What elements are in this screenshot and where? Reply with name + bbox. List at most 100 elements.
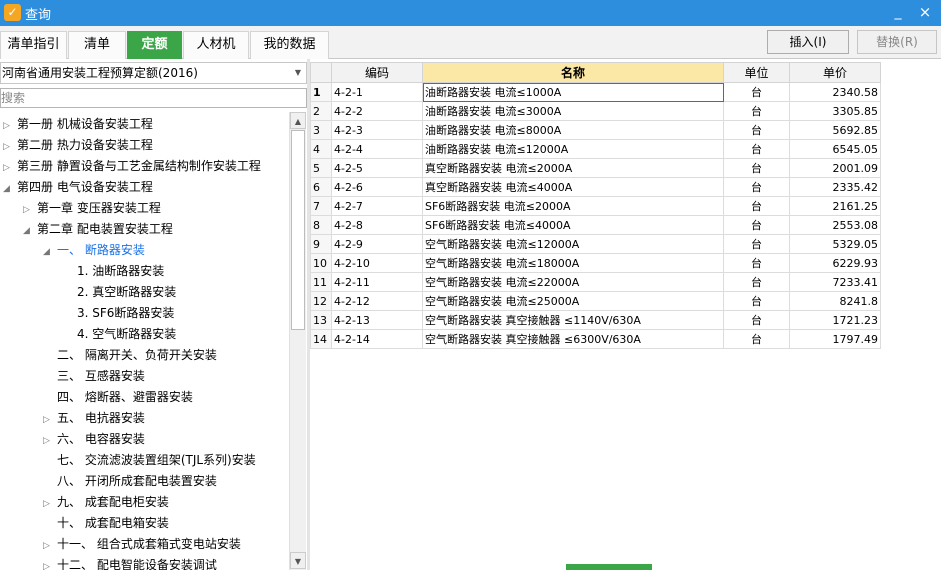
- tree-node-selected[interactable]: ◢ 一、 断路器安装: [43, 240, 145, 261]
- unit-cell[interactable]: 台: [723, 196, 790, 216]
- name-cell[interactable]: 空气断路器安装 电流≤12000A: [422, 234, 724, 254]
- tree-node[interactable]: ▷ 九、 成套配电柜安装: [43, 492, 169, 513]
- unit-header[interactable]: 单位: [723, 62, 790, 83]
- row-number[interactable]: 14: [310, 329, 332, 349]
- code-cell[interactable]: 4-2-2: [331, 101, 423, 121]
- table-row[interactable]: 8 4-2-8 SF6断路器安装 电流≤4000A 台 2553.08: [310, 215, 881, 235]
- expand-arrow-icon[interactable]: ▷: [3, 158, 17, 179]
- table-row[interactable]: 3 4-2-3 油断路器安装 电流≤8000A 台 5692.85: [310, 120, 881, 140]
- tree-node[interactable]: ◢ 第二章 配电装置安装工程: [23, 219, 173, 240]
- price-cell[interactable]: 2553.08: [789, 215, 881, 235]
- name-cell[interactable]: 油断路器安装 电流≤12000A: [422, 139, 724, 159]
- code-cell[interactable]: 4-2-4: [331, 139, 423, 159]
- collapse-arrow-icon[interactable]: ◢: [43, 242, 57, 263]
- row-number[interactable]: 3: [310, 120, 332, 140]
- tree-node[interactable]: 七、 交流滤波装置组架(TJL系列)安装: [57, 450, 256, 471]
- tab-my-data[interactable]: 我的数据: [250, 31, 329, 59]
- expand-arrow-icon[interactable]: ▷: [43, 536, 57, 557]
- code-cell[interactable]: 4-2-6: [331, 177, 423, 197]
- code-cell[interactable]: 4-2-7: [331, 196, 423, 216]
- price-cell[interactable]: 2161.25: [789, 196, 881, 216]
- tab-list[interactable]: 清单: [68, 31, 126, 59]
- table-row[interactable]: 12 4-2-12 空气断路器安装 电流≤25000A 台 8241.8: [310, 291, 881, 311]
- price-cell[interactable]: 8241.8: [789, 291, 881, 311]
- tree-node[interactable]: 3. SF6断路器安装: [77, 303, 174, 324]
- unit-cell[interactable]: 台: [723, 82, 790, 102]
- code-cell[interactable]: 4-2-9: [331, 234, 423, 254]
- name-cell[interactable]: 空气断路器安装 真空接触器 ≤1140V/630A: [422, 310, 724, 330]
- row-number[interactable]: 4: [310, 139, 332, 159]
- row-number[interactable]: 11: [310, 272, 332, 292]
- tree-node[interactable]: ▷ 六、 电容器安装: [43, 429, 145, 450]
- collapse-arrow-icon[interactable]: ◢: [23, 221, 37, 242]
- row-number[interactable]: 7: [310, 196, 332, 216]
- code-cell[interactable]: 4-2-10: [331, 253, 423, 273]
- name-cell[interactable]: 油断路器安装 电流≤8000A: [422, 120, 724, 140]
- table-row[interactable]: 4 4-2-4 油断路器安装 电流≤12000A 台 6545.05: [310, 139, 881, 159]
- row-number[interactable]: 12: [310, 291, 332, 311]
- unit-cell[interactable]: 台: [723, 101, 790, 121]
- table-row[interactable]: 14 4-2-14 空气断路器安装 真空接触器 ≤6300V/630A 台 1797.4…: [310, 329, 881, 349]
- row-number[interactable]: 8: [310, 215, 332, 235]
- code-cell[interactable]: 4-2-1: [331, 82, 423, 102]
- table-row[interactable]: 10 4-2-10 空气断路器安装 电流≤18000A 台 6229.93: [310, 253, 881, 273]
- row-number[interactable]: 2: [310, 101, 332, 121]
- price-cell[interactable]: 5329.05: [789, 234, 881, 254]
- tree-node[interactable]: 2. 真空断路器安装: [77, 282, 176, 303]
- scroll-up-icon[interactable]: ▲: [290, 112, 306, 129]
- tree-node[interactable]: 二、 隔离开关、负荷开关安装: [57, 345, 217, 366]
- close-button[interactable]: ×: [914, 2, 936, 22]
- expand-arrow-icon[interactable]: ▷: [43, 557, 57, 570]
- expand-arrow-icon[interactable]: ▷: [43, 410, 57, 431]
- code-cell[interactable]: 4-2-5: [331, 158, 423, 178]
- code-cell[interactable]: 4-2-8: [331, 215, 423, 235]
- unit-cell[interactable]: 台: [723, 291, 790, 311]
- name-cell[interactable]: 油断路器安装 电流≤3000A: [422, 101, 724, 121]
- unit-cell[interactable]: 台: [723, 158, 790, 178]
- tree-scrollbar[interactable]: ▲ ▼: [289, 112, 306, 570]
- unit-cell[interactable]: 台: [723, 329, 790, 349]
- replace-button[interactable]: 替换(R): [857, 30, 937, 54]
- row-number[interactable]: 1: [310, 82, 332, 102]
- tree-node[interactable]: ▷ 十一、 组合式成套箱式变电站安装: [43, 534, 241, 555]
- name-cell[interactable]: 空气断路器安装 电流≤22000A: [422, 272, 724, 292]
- row-number[interactable]: 6: [310, 177, 332, 197]
- collapse-arrow-icon[interactable]: ◢: [3, 179, 17, 200]
- insert-button[interactable]: 插入(I): [767, 30, 849, 54]
- table-row[interactable]: 11 4-2-11 空气断路器安装 电流≤22000A 台 7233.41: [310, 272, 881, 292]
- tree-node[interactable]: ▷ 五、 电抗器安装: [43, 408, 145, 429]
- price-cell[interactable]: 6545.05: [789, 139, 881, 159]
- unit-cell[interactable]: 台: [723, 120, 790, 140]
- minimize-button[interactable]: _: [888, 2, 908, 22]
- table-row[interactable]: 6 4-2-6 真空断路器安装 电流≤4000A 台 2335.42: [310, 177, 881, 197]
- expand-arrow-icon[interactable]: ▷: [43, 431, 57, 452]
- name-cell[interactable]: 油断路器安装 电流≤1000A: [422, 82, 724, 102]
- code-cell[interactable]: 4-2-14: [331, 329, 423, 349]
- code-cell[interactable]: 4-2-13: [331, 310, 423, 330]
- tree-node[interactable]: ▷ 第二册 热力设备安装工程: [3, 135, 153, 156]
- unit-cell[interactable]: 台: [723, 272, 790, 292]
- price-cell[interactable]: 1721.23: [789, 310, 881, 330]
- row-number[interactable]: 10: [310, 253, 332, 273]
- name-header[interactable]: 名称: [422, 62, 724, 83]
- table-row[interactable]: 13 4-2-13 空气断路器安装 真空接触器 ≤1140V/630A 台 1721.2…: [310, 310, 881, 330]
- price-cell[interactable]: 5692.85: [789, 120, 881, 140]
- code-header[interactable]: 编码: [331, 62, 423, 83]
- tree-node[interactable]: ▷ 十二、 配电智能设备安装调试: [43, 555, 217, 570]
- tree-node[interactable]: ▷ 第一册 机械设备安装工程: [3, 114, 153, 135]
- expand-arrow-icon[interactable]: ▷: [3, 137, 17, 158]
- unit-cell[interactable]: 台: [723, 310, 790, 330]
- price-cell[interactable]: 2001.09: [789, 158, 881, 178]
- price-header[interactable]: 单价: [789, 62, 881, 83]
- tab-quota[interactable]: 定额: [127, 31, 182, 59]
- price-cell[interactable]: 1797.49: [789, 329, 881, 349]
- scroll-down-icon[interactable]: ▼: [290, 552, 306, 569]
- name-cell[interactable]: SF6断路器安装 电流≤4000A: [422, 215, 724, 235]
- name-cell[interactable]: SF6断路器安装 电流≤2000A: [422, 196, 724, 216]
- name-cell[interactable]: 真空断路器安装 电流≤2000A: [422, 158, 724, 178]
- unit-cell[interactable]: 台: [723, 215, 790, 235]
- name-cell[interactable]: 空气断路器安装 电流≤25000A: [422, 291, 724, 311]
- row-number[interactable]: 5: [310, 158, 332, 178]
- tree-node[interactable]: 三、 互感器安装: [57, 366, 145, 387]
- scroll-thumb[interactable]: [291, 130, 305, 330]
